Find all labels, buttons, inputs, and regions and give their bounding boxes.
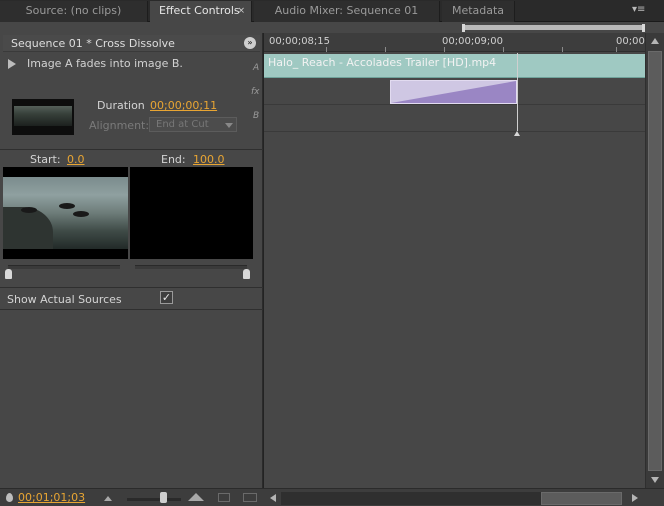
zoom-out-icon[interactable] [104, 496, 112, 501]
timecode-icon [6, 493, 13, 502]
zoom-slider-track[interactable] [127, 498, 181, 501]
tab-audio-mixer-label: Audio Mixer: Sequence 01 [274, 4, 419, 17]
start-slider-thumb[interactable] [5, 269, 12, 279]
tab-source[interactable]: Source: (no clips) [0, 1, 148, 22]
tab-effect-controls[interactable]: Effect Controls × [150, 1, 252, 22]
end-frame-preview [130, 167, 253, 259]
scene-ship [73, 211, 89, 217]
export-icon[interactable] [243, 493, 257, 502]
divider [0, 309, 263, 310]
clip-a[interactable]: Halo_ Reach - Accolades Trailer [HD].mp4 [264, 54, 645, 78]
duration-value[interactable]: 00;00;00;11 [150, 99, 217, 112]
bottom-toolbar: 00;01;01;03 [0, 488, 664, 506]
start-slider-track[interactable] [8, 265, 120, 269]
show-actual-sources-label: Show Actual Sources [7, 293, 122, 306]
playhead-line[interactable] [517, 53, 518, 131]
track-b-label: B [253, 111, 260, 121]
divider [0, 287, 263, 288]
duration-label: Duration [97, 99, 145, 112]
play-icon[interactable] [8, 59, 16, 69]
panel-menu-icon[interactable]: ▾≡ [632, 4, 646, 16]
tab-source-label: Source: (no clips) [25, 4, 122, 17]
start-value[interactable]: 0.0 [67, 153, 85, 166]
scene-ship [21, 207, 37, 213]
close-icon[interactable]: × [237, 1, 245, 21]
scroll-up-icon[interactable] [651, 38, 659, 44]
cross-dissolve-transition[interactable] [390, 80, 517, 104]
show-actual-sources-checkbox[interactable]: ✓ [160, 291, 173, 304]
scroll-down-icon[interactable] [651, 477, 659, 483]
ruler-label: 00;00; [616, 36, 649, 47]
end-slider-track[interactable] [135, 265, 247, 269]
clip-a-name: Halo_ Reach - Accolades Trailer [HD].mp4 [268, 56, 497, 69]
track-a-label: A [253, 63, 260, 73]
tab-audio-mixer[interactable]: Audio Mixer: Sequence 01 [254, 1, 440, 22]
show-hide-timeline-icon[interactable]: » [244, 37, 256, 49]
work-area-end-handle[interactable] [642, 24, 645, 32]
transition-row [264, 79, 645, 105]
ruler-tick [503, 47, 504, 52]
ruler-label: 00;00;08;15 [269, 36, 331, 47]
sequence-title: Sequence 01 * Cross Dissolve [11, 37, 175, 50]
time-ruler[interactable]: 00;00;08;15 00;00;09;00 00;00; [264, 33, 649, 52]
track-b-row [264, 106, 645, 132]
effect-timeline-panel: 00;00;08;15 00;00;09;00 00;00; Halo_ Rea… [264, 24, 664, 506]
vertical-scroll-thumb[interactable] [648, 51, 662, 471]
zoom-in-icon[interactable] [188, 493, 204, 501]
ruler-label: 00;00;09;00 [442, 36, 504, 47]
current-timecode[interactable]: 00;01;01;03 [18, 491, 85, 504]
sequence-header: Sequence 01 * Cross Dissolve » [3, 35, 260, 52]
go-to-previous-icon[interactable] [218, 493, 230, 502]
scroll-left-icon[interactable] [270, 494, 276, 502]
end-slider-thumb[interactable] [243, 269, 250, 279]
effect-controls-panel: Sequence 01 * Cross Dissolve » Image A f… [0, 33, 263, 506]
end-label: End: [161, 153, 186, 166]
work-area-bar[interactable] [463, 25, 645, 30]
work-area-start-handle[interactable] [462, 24, 465, 32]
transition-preview-thumbnail [12, 99, 74, 135]
transition-ramp-graphic [391, 81, 516, 103]
alignment-value: End at Cut [156, 119, 209, 130]
scroll-right-icon[interactable] [632, 494, 638, 502]
end-value[interactable]: 100.0 [193, 153, 225, 166]
tab-metadata-label: Metadata [451, 4, 505, 17]
ruler-tick [385, 47, 386, 52]
thumbnail-image [14, 106, 72, 126]
ruler-tick [326, 47, 327, 52]
playhead-marker[interactable] [514, 131, 520, 136]
alignment-label: Alignment: [89, 119, 150, 132]
vertical-scrollbar[interactable] [645, 33, 664, 488]
ruler-tick [444, 47, 445, 52]
horizontal-scroll-thumb[interactable] [541, 492, 622, 505]
fx-icon: fx [251, 87, 260, 97]
ruler-tick [562, 47, 563, 52]
start-frame-preview [3, 167, 128, 259]
start-label: Start: [30, 153, 61, 166]
divider [0, 149, 263, 150]
tab-effect-controls-label: Effect Controls [159, 4, 240, 17]
tab-metadata[interactable]: Metadata [442, 1, 515, 22]
ruler-tick [616, 47, 617, 52]
zoom-slider-thumb[interactable] [160, 492, 167, 503]
transition-description: Image A fades into image B. [27, 57, 183, 70]
panel-tab-bar: Source: (no clips) Effect Controls × Aud… [0, 0, 664, 22]
scene-ship [59, 203, 75, 209]
alignment-select[interactable]: End at Cut [149, 117, 237, 132]
chevron-down-icon [225, 123, 233, 128]
